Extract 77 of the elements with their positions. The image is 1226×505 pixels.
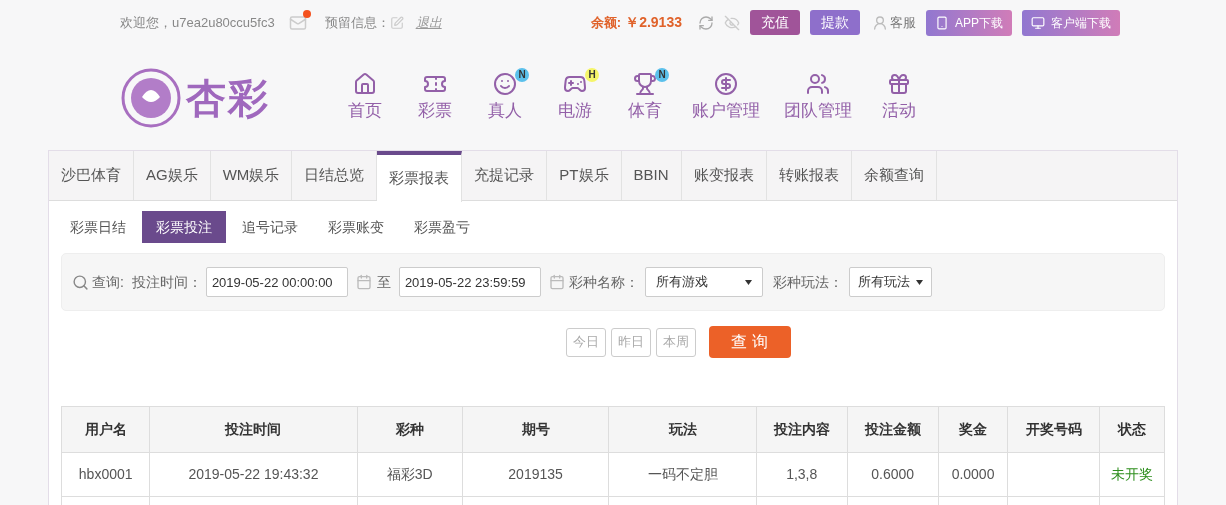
nav-badge: H — [585, 67, 599, 82]
report-tab[interactable]: 转账报表 — [766, 151, 852, 200]
search-icon — [72, 273, 89, 291]
query-label: 查询: — [92, 272, 124, 292]
home-icon — [353, 71, 377, 96]
table-cell: 0.0000 — [938, 452, 1008, 497]
start-time-field[interactable]: 2019-05-22 00:00:00 — [205, 267, 348, 297]
time-label: 投注时间： — [131, 272, 202, 292]
balance-value: ￥2.9133 — [625, 13, 682, 32]
sub-tab[interactable]: 彩票账变 — [314, 211, 398, 243]
logo-icon — [120, 66, 182, 129]
report-tab[interactable]: WM娱乐 — [210, 151, 293, 200]
to-label: 至 — [376, 272, 391, 292]
nav-item[interactable]: 彩票 — [400, 71, 470, 124]
table-cell: 2019-05-22 19:43:32 — [149, 452, 358, 497]
table-cell: 一码不定胆 — [608, 452, 757, 497]
logo-text: 杏彩 — [186, 74, 270, 122]
report-tab[interactable]: PT娱乐 — [547, 151, 622, 200]
balance-label: 余额: — [590, 13, 622, 32]
welcome-text: 欢迎您，u7ea2u80ccu5fc3 — [120, 13, 275, 32]
nav-item[interactable]: 活动 — [864, 71, 934, 124]
report-tab[interactable]: AG娱乐 — [134, 151, 211, 200]
account-button[interactable]: 充值 — [750, 10, 800, 35]
monitor-icon — [1031, 15, 1045, 30]
caret-icon — [915, 279, 923, 285]
calendar-icon[interactable] — [355, 274, 372, 290]
table-cell: 0.6000 — [847, 452, 939, 497]
gift-icon — [887, 71, 911, 96]
hide-icon[interactable] — [724, 14, 740, 31]
game-select[interactable]: 所有游戏 — [644, 267, 763, 297]
refresh-icon[interactable] — [698, 14, 714, 31]
report-tab[interactable]: 彩票报表 — [377, 151, 463, 202]
table-cell: hbx0001 — [61, 452, 150, 497]
sub-tab[interactable]: 彩票投注 — [142, 211, 226, 243]
play-select[interactable]: 所有玩法 — [848, 267, 932, 297]
sub-tab[interactable]: 追号记录 — [228, 211, 312, 243]
nav-item[interactable]: 首页 — [330, 71, 400, 124]
sub-tab[interactable]: 彩票盈亏 — [400, 211, 484, 243]
table-cell: 2019135 — [462, 452, 609, 497]
play-label: 彩种玩法： — [772, 272, 843, 292]
sub-tab[interactable]: 彩票日结 — [56, 211, 140, 243]
table-cell: 未开奖 — [1099, 452, 1165, 497]
column-header: 投注时间 — [149, 406, 358, 453]
edit-icon[interactable] — [389, 15, 404, 30]
column-header: 奖金 — [938, 406, 1008, 453]
report-tab[interactable]: 沙巴体育 — [49, 151, 134, 200]
calendar-icon[interactable] — [548, 274, 565, 290]
game-label: 彩种名称： — [568, 272, 639, 292]
phone-icon — [935, 15, 949, 30]
column-header: 彩种 — [357, 406, 463, 453]
caret-icon — [744, 279, 752, 285]
nav-badge: N — [515, 67, 529, 82]
trophy-icon — [633, 71, 657, 96]
table-cell: 1,3,8 — [756, 452, 848, 497]
table-cell: 福彩3D — [357, 452, 463, 497]
nav-item[interactable]: 账户管理 — [680, 71, 772, 124]
column-header: 状态 — [1099, 406, 1165, 453]
column-header: 用户名 — [61, 406, 150, 453]
service-link[interactable]: 客服 — [890, 12, 916, 33]
coin-icon — [714, 71, 738, 96]
nav-item[interactable]: 团队管理 — [772, 71, 864, 124]
service-icon[interactable] — [872, 14, 888, 31]
column-header: 开奖号码 — [1007, 406, 1100, 453]
column-header: 玩法 — [608, 406, 757, 453]
nav-badge: N — [655, 67, 669, 82]
person-icon — [493, 71, 517, 96]
team-icon — [806, 71, 830, 96]
report-tab[interactable]: 余额查询 — [851, 151, 937, 200]
report-tab[interactable]: 充提记录 — [462, 151, 548, 200]
report-tab[interactable]: 账变报表 — [681, 151, 767, 200]
report-tab[interactable]: BBIN — [621, 151, 682, 200]
end-time-field[interactable]: 2019-05-22 23:59:59 — [398, 267, 541, 297]
reserved-label: 预留信息： — [324, 13, 390, 32]
column-header: 投注内容 — [756, 406, 848, 453]
account-button[interactable]: 提款 — [810, 10, 860, 35]
column-header: 期号 — [462, 406, 609, 453]
column-header: 投注金额 — [847, 406, 939, 453]
